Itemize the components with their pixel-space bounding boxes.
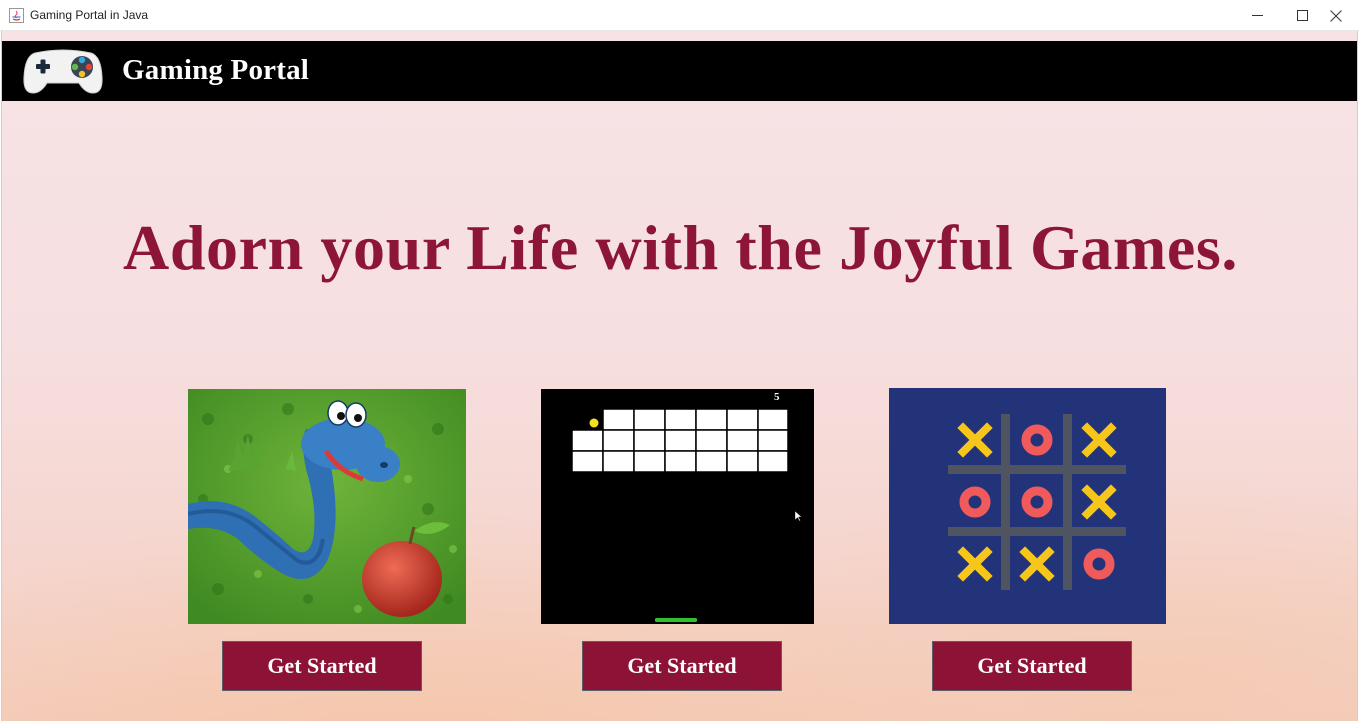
portal-content: Gaming Portal Adorn your Life with the J… <box>1 31 1358 721</box>
window-title: Gaming Portal in Java <box>30 8 149 22</box>
app-brand-title: Gaming Portal <box>122 54 310 86</box>
get-started-button-tic-tac-toe[interactable]: Get Started <box>932 641 1132 691</box>
get-started-button-brick-breaker[interactable]: Get Started <box>582 641 782 691</box>
close-icon <box>1330 9 1342 22</box>
brick-breaker-game-image[interactable]: 5 <box>541 389 814 624</box>
close-button[interactable] <box>1313 0 1359 31</box>
gamepad-icon <box>23 49 103 94</box>
minimize-icon <box>1251 15 1263 16</box>
snake-game-image[interactable] <box>188 389 466 624</box>
java-app-icon <box>9 8 24 23</box>
get-started-button-snake[interactable]: Get Started <box>222 641 422 691</box>
score-label: 5 <box>774 391 780 403</box>
window-title-bar[interactable]: Gaming Portal in Java <box>0 0 1359 31</box>
hero-headline: Adorn your Life with the Joyful Games. <box>123 212 1238 283</box>
minimize-button[interactable] <box>1234 0 1280 31</box>
maximize-icon <box>1296 10 1308 21</box>
brick-breaker-game-icon <box>541 389 814 624</box>
tic-tac-toe-game-image[interactable] <box>889 388 1166 624</box>
tic-tac-toe-game-icon <box>889 388 1166 624</box>
snake-game-icon <box>188 389 466 624</box>
app-header: Gaming Portal <box>2 41 1357 101</box>
